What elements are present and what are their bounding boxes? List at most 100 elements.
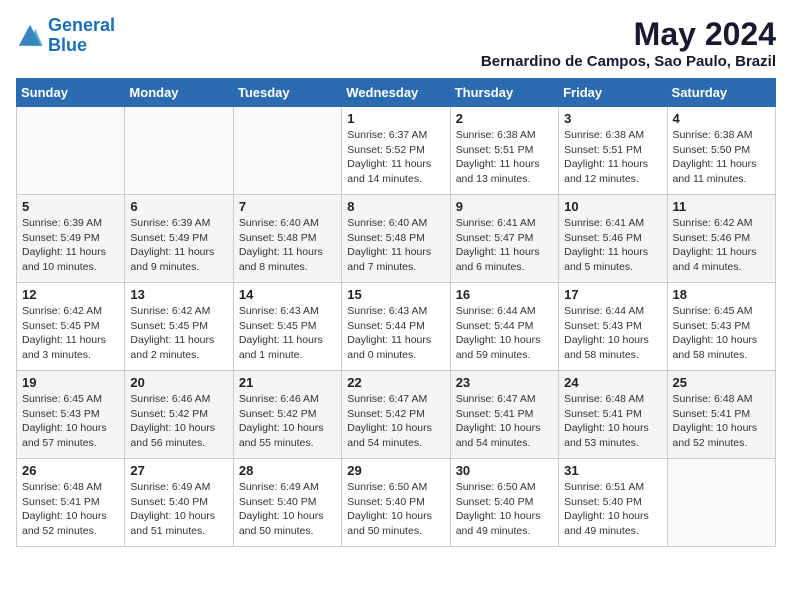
calendar-cell: 6 Sunrise: 6:39 AM Sunset: 5:49 PM Daylig… (125, 195, 233, 283)
day-info: Sunrise: 6:48 AM Sunset: 5:41 PM Dayligh… (22, 480, 119, 539)
day-info: Sunrise: 6:49 AM Sunset: 5:40 PM Dayligh… (239, 480, 336, 539)
calendar-cell: 3Sunrise: 6:38 AM Sunset: 5:51 PM Daylig… (559, 107, 667, 195)
calendar-cell: 20 Sunrise: 6:46 AM Sunset: 5:42 PM Dayli… (125, 371, 233, 459)
logo: General Blue (16, 16, 115, 56)
calendar-week-row: 5 Sunrise: 6:39 AM Sunset: 5:49 PM Daylig… (17, 195, 776, 283)
calendar-cell: 22 Sunrise: 6:47 AM Sunset: 5:42 PM Dayli… (342, 371, 450, 459)
calendar-cell (17, 107, 125, 195)
calendar-cell: 23 Sunrise: 6:47 AM Sunset: 5:41 PM Dayli… (450, 371, 558, 459)
day-number: 8 (347, 199, 444, 214)
day-info: Sunrise: 6:37 AM Sunset: 5:52 PM Dayligh… (347, 128, 444, 187)
day-info: Sunrise: 6:40 AM Sunset: 5:48 PM Dayligh… (239, 216, 336, 275)
day-number: 20 (130, 375, 227, 390)
day-number: 18 (673, 287, 770, 302)
calendar-cell: 4 Sunrise: 6:38 AM Sunset: 5:50 PM Daylig… (667, 107, 775, 195)
day-number: 31 (564, 463, 661, 478)
calendar-cell: 29Sunrise: 6:50 AM Sunset: 5:40 PM Dayli… (342, 459, 450, 547)
calendar-week-row: 19 Sunrise: 6:45 AM Sunset: 5:43 PM Dayli… (17, 371, 776, 459)
header-cell-saturday: Saturday (667, 79, 775, 107)
day-info: Sunrise: 6:38 AM Sunset: 5:50 PM Dayligh… (673, 128, 770, 187)
day-info: Sunrise: 6:49 AM Sunset: 5:40 PM Dayligh… (130, 480, 227, 539)
calendar-cell: 17Sunrise: 6:44 AM Sunset: 5:43 PM Dayli… (559, 283, 667, 371)
day-number: 4 (673, 111, 770, 126)
day-info: Sunrise: 6:50 AM Sunset: 5:40 PM Dayligh… (456, 480, 553, 539)
logo-text: General Blue (48, 16, 115, 56)
day-info: Sunrise: 6:45 AM Sunset: 5:43 PM Dayligh… (673, 304, 770, 363)
day-number: 27 (130, 463, 227, 478)
calendar-week-row: 1 Sunrise: 6:37 AM Sunset: 5:52 PM Daylig… (17, 107, 776, 195)
logo-icon (16, 22, 44, 50)
calendar-cell: 16Sunrise: 6:44 AM Sunset: 5:44 PM Dayli… (450, 283, 558, 371)
day-info: Sunrise: 6:42 AM Sunset: 5:46 PM Dayligh… (673, 216, 770, 275)
header-cell-sunday: Sunday (17, 79, 125, 107)
calendar-cell: 28Sunrise: 6:49 AM Sunset: 5:40 PM Dayli… (233, 459, 341, 547)
calendar-header-row: SundayMondayTuesdayWednesdayThursdayFrid… (17, 79, 776, 107)
calendar-cell: 1 Sunrise: 6:37 AM Sunset: 5:52 PM Daylig… (342, 107, 450, 195)
day-number: 22 (347, 375, 444, 390)
day-info: Sunrise: 6:45 AM Sunset: 5:43 PM Dayligh… (22, 392, 119, 451)
day-info: Sunrise: 6:48 AM Sunset: 5:41 PM Dayligh… (564, 392, 661, 451)
day-info: Sunrise: 6:42 AM Sunset: 5:45 PM Dayligh… (22, 304, 119, 363)
calendar-cell: 2Sunrise: 6:38 AM Sunset: 5:51 PM Daylig… (450, 107, 558, 195)
day-info: Sunrise: 6:39 AM Sunset: 5:49 PM Dayligh… (22, 216, 119, 275)
day-number: 7 (239, 199, 336, 214)
header-cell-thursday: Thursday (450, 79, 558, 107)
calendar-cell: 21 Sunrise: 6:46 AM Sunset: 5:42 PM Dayli… (233, 371, 341, 459)
day-info: Sunrise: 6:46 AM Sunset: 5:42 PM Dayligh… (239, 392, 336, 451)
day-number: 1 (347, 111, 444, 126)
calendar-cell (125, 107, 233, 195)
day-number: 9 (456, 199, 553, 214)
header-cell-friday: Friday (559, 79, 667, 107)
calendar-week-row: 12 Sunrise: 6:42 AM Sunset: 5:45 PM Dayli… (17, 283, 776, 371)
day-info: Sunrise: 6:41 AM Sunset: 5:47 PM Dayligh… (456, 216, 553, 275)
day-info: Sunrise: 6:39 AM Sunset: 5:49 PM Dayligh… (130, 216, 227, 275)
calendar-cell: 13 Sunrise: 6:42 AM Sunset: 5:45 PM Dayli… (125, 283, 233, 371)
calendar-cell: 14 Sunrise: 6:43 AM Sunset: 5:45 PM Dayli… (233, 283, 341, 371)
day-number: 5 (22, 199, 119, 214)
header-cell-monday: Monday (125, 79, 233, 107)
calendar-cell: 10Sunrise: 6:41 AM Sunset: 5:46 PM Dayli… (559, 195, 667, 283)
day-number: 12 (22, 287, 119, 302)
day-info: Sunrise: 6:47 AM Sunset: 5:41 PM Dayligh… (456, 392, 553, 451)
day-info: Sunrise: 6:40 AM Sunset: 5:48 PM Dayligh… (347, 216, 444, 275)
calendar-cell: 30 Sunrise: 6:50 AM Sunset: 5:40 PM Dayli… (450, 459, 558, 547)
day-info: Sunrise: 6:42 AM Sunset: 5:45 PM Dayligh… (130, 304, 227, 363)
day-number: 6 (130, 199, 227, 214)
day-number: 21 (239, 375, 336, 390)
day-info: Sunrise: 6:47 AM Sunset: 5:42 PM Dayligh… (347, 392, 444, 451)
day-info: Sunrise: 6:48 AM Sunset: 5:41 PM Dayligh… (673, 392, 770, 451)
day-number: 16 (456, 287, 553, 302)
calendar-cell: 18 Sunrise: 6:45 AM Sunset: 5:43 PM Dayli… (667, 283, 775, 371)
calendar-cell: 27 Sunrise: 6:49 AM Sunset: 5:40 PM Dayli… (125, 459, 233, 547)
day-number: 24 (564, 375, 661, 390)
calendar-cell: 5 Sunrise: 6:39 AM Sunset: 5:49 PM Daylig… (17, 195, 125, 283)
day-number: 14 (239, 287, 336, 302)
day-info: Sunrise: 6:43 AM Sunset: 5:44 PM Dayligh… (347, 304, 444, 363)
calendar-cell: 9 Sunrise: 6:41 AM Sunset: 5:47 PM Daylig… (450, 195, 558, 283)
month-title: May 2024 (481, 16, 776, 53)
day-info: Sunrise: 6:41 AM Sunset: 5:46 PM Dayligh… (564, 216, 661, 275)
calendar-cell: 8 Sunrise: 6:40 AM Sunset: 5:48 PM Daylig… (342, 195, 450, 283)
calendar-cell: 12 Sunrise: 6:42 AM Sunset: 5:45 PM Dayli… (17, 283, 125, 371)
header-cell-wednesday: Wednesday (342, 79, 450, 107)
calendar-table: SundayMondayTuesdayWednesdayThursdayFrid… (16, 78, 776, 547)
day-info: Sunrise: 6:46 AM Sunset: 5:42 PM Dayligh… (130, 392, 227, 451)
day-info: Sunrise: 6:43 AM Sunset: 5:45 PM Dayligh… (239, 304, 336, 363)
day-info: Sunrise: 6:38 AM Sunset: 5:51 PM Dayligh… (456, 128, 553, 187)
calendar-cell (667, 459, 775, 547)
page-header: General Blue May 2024 Bernardino de Camp… (16, 16, 776, 70)
title-block: May 2024 Bernardino de Campos, Sao Paulo… (481, 16, 776, 70)
day-number: 25 (673, 375, 770, 390)
day-number: 23 (456, 375, 553, 390)
location-title: Bernardino de Campos, Sao Paulo, Brazil (481, 53, 776, 70)
header-cell-tuesday: Tuesday (233, 79, 341, 107)
day-number: 19 (22, 375, 119, 390)
calendar-cell: 11Sunrise: 6:42 AM Sunset: 5:46 PM Dayli… (667, 195, 775, 283)
day-number: 26 (22, 463, 119, 478)
calendar-cell: 31 Sunrise: 6:51 AM Sunset: 5:40 PM Dayli… (559, 459, 667, 547)
day-info: Sunrise: 6:44 AM Sunset: 5:43 PM Dayligh… (564, 304, 661, 363)
day-number: 15 (347, 287, 444, 302)
day-number: 30 (456, 463, 553, 478)
day-info: Sunrise: 6:51 AM Sunset: 5:40 PM Dayligh… (564, 480, 661, 539)
day-number: 13 (130, 287, 227, 302)
